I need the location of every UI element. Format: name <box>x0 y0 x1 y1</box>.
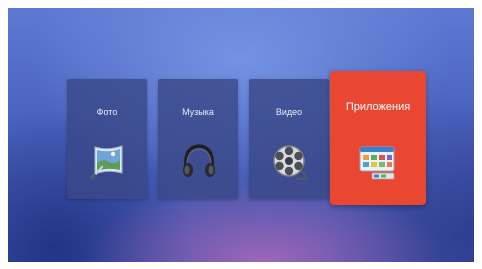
tile-video[interactable]: Видео <box>249 79 329 199</box>
tile-music-label: Музыка <box>182 107 214 117</box>
tile-music[interactable]: Музыка <box>158 79 238 199</box>
film-reel-icon <box>273 145 308 180</box>
tile-apps[interactable]: Приложения <box>330 71 426 205</box>
headphones-icon <box>183 144 215 177</box>
apps-icon <box>359 146 395 180</box>
tile-apps-label: Приложения <box>345 101 411 113</box>
home-screen: Фото Музыка Видео Приложения <box>8 8 474 262</box>
tile-photo-label: Фото <box>96 107 118 117</box>
tile-video-label: Видео <box>275 107 303 117</box>
tile-photo[interactable]: Фото <box>67 79 147 199</box>
photo-icon <box>90 145 123 180</box>
